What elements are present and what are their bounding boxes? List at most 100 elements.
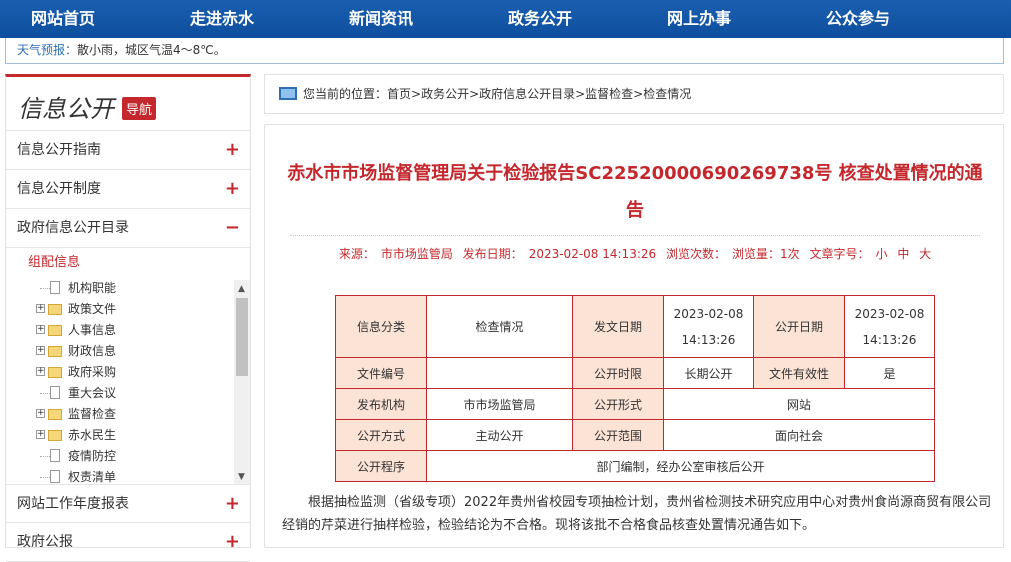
table-label: 文件有效性 [753,357,845,389]
tree-expand-icon[interactable]: + [36,304,45,313]
sidebar-item-system[interactable]: 信息公开制度 + [6,170,250,209]
sidebar-item-label: 政府信息公开目录 [17,220,129,236]
meta-date: 2023-02-08 14:13:26 [528,247,657,261]
tree-expand-icon[interactable]: + [36,409,45,418]
nav-about[interactable]: 走进赤水 [190,0,254,38]
sidebar-item-gazette[interactable]: 政府公报 + [6,523,250,562]
expand-icon[interactable]: + [225,170,240,208]
table-row: 信息分类 检查情况 发文日期 2023-02-08 14:13:26 公开日期 2… [335,295,935,358]
tree-node-label: 政府采购 [68,365,117,379]
weather-bar: 天气预报：散小雨，城区气温4～8℃。 [5,38,1004,64]
sidebar-item-label: 网站工作年度报表 [17,496,129,512]
collapse-icon[interactable]: − [225,209,240,247]
tree-node-label: 重大会议 [68,386,117,400]
tree-expand-icon[interactable]: + [36,325,45,334]
tree-node-label: 人事信息 [68,323,117,337]
table-label: 公开时限 [572,357,664,389]
meta-views: 浏览量：1次 [731,247,800,261]
tree-scrollbar[interactable]: ▲ ▼ [234,280,250,484]
tree-expand-icon[interactable]: + [36,430,45,439]
tree-node-functions[interactable]: 机构职能 [34,278,234,299]
font-size-large-button[interactable]: 大 [919,247,931,261]
tree-node-label: 政策文件 [68,302,117,316]
sidebar-item-annual-report[interactable]: 网站工作年度报表 + [6,484,250,523]
tree-node-meetings[interactable]: 重大会议 [34,383,234,404]
table-row: 发布机构 市市场监管局 公开形式 网站 [335,388,935,420]
nav-home[interactable]: 网站首页 [31,0,95,38]
tree-node-label: 赤水民生 [68,428,117,442]
folder-icon [48,346,62,357]
font-size-medium-button[interactable]: 中 [897,247,909,261]
catalog-tree: 机构职能 + 政策文件 + 人事信息 + 财政信息 + 政府采购 重大会议 + 监督检查 … [6,278,250,484]
table-value [426,357,573,389]
table-label: 发文日期 [572,295,664,358]
sidebar-item-guide[interactable]: 信息公开指南 + [6,131,250,170]
tree-node-personnel[interactable]: + 人事信息 [34,320,234,341]
tree-node-inspection[interactable]: + 监督检查 [34,404,234,425]
scroll-thumb[interactable] [236,298,248,376]
tree-node-policy[interactable]: + 政策文件 [34,299,234,320]
folder-icon [48,325,62,336]
tree-node-label: 疫情防控 [68,449,117,463]
top-nav: 网站首页 走进赤水 新闻资讯 政务公开 网上办事 公众参与 [0,0,1011,38]
monitor-icon [279,87,297,100]
tree-node-label: 机构职能 [68,281,117,295]
scroll-up-icon[interactable]: ▲ [238,284,245,294]
tree-line [40,393,50,394]
publish-date: 2023-02-08 [673,306,744,321]
sidebar-item-label: 信息公开指南 [17,142,101,158]
table-label: 信息分类 [335,295,427,358]
sidebar-header: 信息公开 导航 [6,77,250,131]
breadcrumb-path[interactable]: 首页>政务公开>政府信息公开目录>监督检查>检查情况 [387,87,691,101]
tree-expand-icon[interactable]: + [36,367,45,376]
table-row: 公开方式 主动公开 公开范围 面向社会 [335,419,935,451]
tree-list: 机构职能 + 政策文件 + 人事信息 + 财政信息 + 政府采购 重大会议 + 监督检查 … [34,278,234,488]
expand-icon[interactable]: + [225,485,240,523]
sidebar-item-catalog[interactable]: 政府信息公开目录 − [6,209,250,248]
table-value: 2023-02-08 14:13:26 [663,295,754,358]
table-label: 公开方式 [335,419,427,451]
tree-node-livelihood[interactable]: + 赤水民生 [34,425,234,446]
tree-expand-icon[interactable]: + [36,346,45,355]
table-value: 2023-02-08 14:13:26 [844,295,935,358]
scroll-down-icon[interactable]: ▼ [238,472,245,482]
table-value: 市市场监管局 [426,388,573,420]
meta-font-label: 文章字号： [809,247,870,261]
table-value: 检查情况 [426,295,573,358]
nav-news[interactable]: 新闻资讯 [349,0,413,38]
expand-icon[interactable]: + [225,523,240,561]
tree-node-epidemic[interactable]: 疫情防控 [34,446,234,467]
table-label: 文件编号 [335,357,427,389]
tree-node-procurement[interactable]: + 政府采购 [34,362,234,383]
sidebar-badge: 导航 [122,97,157,120]
nav-gov-affairs[interactable]: 政务公开 [508,0,572,38]
folder-icon [48,367,62,378]
document-icon [50,386,60,399]
article-meta: 来源： 市市场监管局 发布日期： 2023-02-08 14:13:26 浏览次数：… [290,235,980,269]
weather-label: 天气预报： [17,43,78,57]
folder-icon [48,409,62,420]
tree-line [40,477,50,478]
table-value: 是 [844,357,935,389]
tree-node-finance[interactable]: + 财政信息 [34,341,234,362]
sidebar-subhead: 组配信息 [28,255,81,270]
table-label: 公开日期 [753,295,845,358]
table-value: 面向社会 [663,419,935,451]
meta-source: 市市场监管局 [380,247,453,261]
meta-source-label: 来源： [338,247,375,261]
sidebar-item-label: 信息公开制度 [17,181,101,197]
open-time: 14:13:26 [862,332,917,347]
tree-node-label: 权责清单 [68,470,117,484]
article-title: 赤水市市场监督管理局关于检验报告SC22520000690269738号 核查处… [287,163,983,221]
table-label: 发布机构 [335,388,427,420]
publish-time: 14:13:26 [681,332,736,347]
table-row: 文件编号 公开时限 长期公开 文件有效性 是 [335,357,935,389]
sidebar-title: 信息公开 [18,95,114,123]
expand-icon[interactable]: + [225,131,240,169]
breadcrumb: 您当前的位置：首页>政务公开>政府信息公开目录>监督检查>检查情况 [264,74,1004,114]
table-label: 公开范围 [572,419,664,451]
nav-online-service[interactable]: 网上办事 [667,0,731,38]
font-size-small-button[interactable]: 小 [875,247,887,261]
document-icon [50,449,60,462]
nav-participation[interactable]: 公众参与 [826,0,890,38]
